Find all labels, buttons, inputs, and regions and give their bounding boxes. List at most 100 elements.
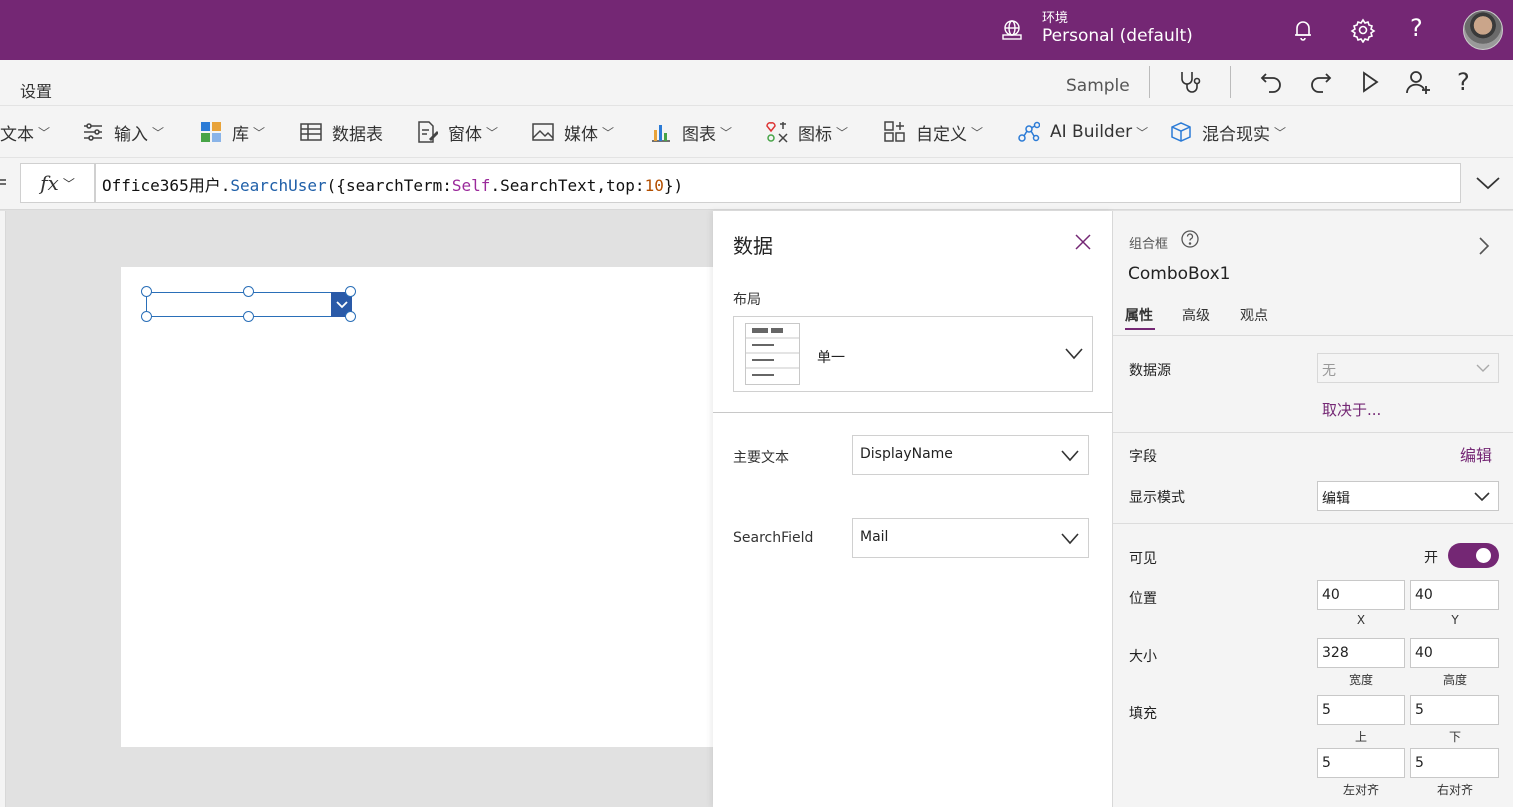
display-mode-label: 显示模式 xyxy=(1129,490,1185,506)
close-icon[interactable] xyxy=(1073,232,1093,252)
chevron-down-icon[interactable] xyxy=(1064,347,1084,361)
visible-state-text: 开 xyxy=(1424,550,1438,566)
property-selector-edge-icon[interactable] xyxy=(0,176,6,188)
environment-globe-icon[interactable] xyxy=(1000,18,1024,42)
ribbon-gallery[interactable]: 库 ﹀ xyxy=(200,118,265,146)
tab-ideas[interactable]: 观点 xyxy=(1240,305,1268,325)
help-circle-icon[interactable] xyxy=(1180,229,1200,249)
primary-text-dropdown[interactable]: DisplayName xyxy=(852,435,1089,475)
help-icon[interactable]: ? xyxy=(1457,68,1470,96)
padding-label: 填充 xyxy=(1129,706,1157,722)
layout-thumbnail-icon xyxy=(745,323,800,385)
ribbon-forms[interactable]: 窗体 ﹀ xyxy=(416,118,498,146)
resize-handle[interactable] xyxy=(345,286,356,297)
ribbon-ai-builder[interactable]: AI Builder ﹀ xyxy=(1018,118,1148,146)
chevron-down-icon: ﹀ xyxy=(602,125,615,140)
ribbon-icons-label: 图标 xyxy=(798,124,832,145)
chevron-down-icon: ﹀ xyxy=(971,125,984,140)
chevron-down-icon xyxy=(1474,492,1490,502)
ribbon-input-label: 输入 xyxy=(114,124,148,145)
control-name[interactable]: ComboBox1 xyxy=(1128,264,1230,284)
search-field-dropdown[interactable]: Mail xyxy=(852,518,1089,558)
data-source-label: 数据源 xyxy=(1129,363,1171,379)
resize-handle[interactable] xyxy=(141,286,152,297)
app-checker-stethoscope-icon[interactable] xyxy=(1176,68,1204,96)
expand-formula-chevron-icon[interactable] xyxy=(1474,172,1502,194)
preview-play-icon[interactable] xyxy=(1356,68,1384,96)
undo-icon[interactable] xyxy=(1258,68,1286,96)
command-bar xyxy=(0,60,1513,106)
redo-icon[interactable] xyxy=(1306,68,1334,96)
active-tab-indicator xyxy=(1125,328,1155,330)
layout-value: 单一 xyxy=(817,350,845,366)
fx-icon: fx xyxy=(40,171,59,195)
chevron-down-icon: ﹀ xyxy=(38,125,51,140)
display-mode-dropdown[interactable]: 编辑 xyxy=(1317,481,1499,511)
chevron-down-icon: ﹀ xyxy=(836,125,849,140)
ribbon-charts-label: 图表 xyxy=(682,124,716,145)
ribbon-gallery-label: 库 xyxy=(232,124,249,145)
resize-handle[interactable] xyxy=(243,286,254,297)
fields-edit-link[interactable]: 编辑 xyxy=(1460,442,1492,466)
data-panel-title: 数据 xyxy=(733,234,773,258)
ribbon-mixed-reality[interactable]: 混合现实 ﹀ xyxy=(1170,118,1286,146)
height-caption: 高度 xyxy=(1442,673,1467,687)
height-input[interactable]: 40 xyxy=(1410,638,1499,668)
position-label: 位置 xyxy=(1129,591,1157,607)
tab-advanced[interactable]: 高级 xyxy=(1182,305,1210,325)
display-mode-value: 编辑 xyxy=(1322,491,1350,507)
resize-handle[interactable] xyxy=(141,311,152,322)
chevron-down-icon xyxy=(1061,450,1079,462)
padding-right-input[interactable]: 5 xyxy=(1410,748,1499,778)
formula-token: 10 xyxy=(644,176,664,195)
chevron-down-icon: ﹀ xyxy=(720,125,733,140)
ribbon-custom-label: 自定义 xyxy=(916,124,967,145)
ribbon-data-table[interactable]: 数据表 xyxy=(300,118,383,146)
ribbon-media-label: 媒体 xyxy=(564,124,598,145)
app-canvas-screen[interactable] xyxy=(121,267,713,747)
notification-bell-icon[interactable] xyxy=(1290,17,1316,43)
padding-bottom-input[interactable]: 5 xyxy=(1410,695,1499,725)
ribbon-charts[interactable]: 图表 ﹀ xyxy=(650,118,732,146)
formula-input[interactable]: Office365用户.SearchUser({searchTerm:Self.… xyxy=(95,163,1461,203)
ribbon-media[interactable]: 媒体 ﹀ xyxy=(532,118,614,146)
share-user-icon[interactable] xyxy=(1404,68,1432,96)
chevron-right-icon[interactable] xyxy=(1476,236,1492,256)
chevron-down-icon: ﹀ xyxy=(486,125,499,140)
chevron-down-icon: ﹀ xyxy=(253,125,266,140)
tree-view-collapsed-strip[interactable] xyxy=(0,211,6,807)
width-input[interactable]: 328 xyxy=(1317,638,1405,668)
formula-token: .SearchText,top: xyxy=(490,176,645,195)
ribbon-icons[interactable]: 图标 ﹀ xyxy=(766,118,848,146)
padding-bottom-caption: 下 xyxy=(1448,730,1461,744)
ribbon-custom[interactable]: 自定义 ﹀ xyxy=(884,118,983,146)
settings-gear-icon[interactable] xyxy=(1350,17,1376,43)
padding-left-input[interactable]: 5 xyxy=(1317,748,1405,778)
padding-top-input[interactable]: 5 xyxy=(1317,695,1405,725)
ribbon-text[interactable]: 文本 ﹀ xyxy=(0,118,50,146)
tab-properties[interactable]: 属性 xyxy=(1125,305,1153,325)
ribbon-input[interactable]: 输入 ﹀ xyxy=(82,118,164,146)
chevron-down-icon xyxy=(1476,364,1490,372)
position-y-input[interactable]: 40 xyxy=(1410,580,1499,610)
position-x-input[interactable]: 40 xyxy=(1317,580,1405,610)
padding-right-caption: 右对齐 xyxy=(1436,783,1473,797)
padding-top-caption: 上 xyxy=(1354,730,1367,744)
help-icon[interactable]: ? xyxy=(1410,14,1423,42)
divider xyxy=(1113,523,1513,524)
resize-handle[interactable] xyxy=(345,311,356,322)
fields-label: 字段 xyxy=(1129,449,1157,465)
environment-picker[interactable]: Personal (default) xyxy=(1042,26,1193,46)
depends-on-link[interactable]: 取决于... xyxy=(1322,399,1381,420)
user-avatar[interactable] xyxy=(1463,10,1503,50)
divider xyxy=(1230,66,1231,98)
visible-toggle[interactable] xyxy=(1448,543,1499,568)
resize-handle[interactable] xyxy=(243,311,254,322)
divider xyxy=(1113,335,1513,336)
settings-menu[interactable]: 设置 xyxy=(20,78,52,102)
divider xyxy=(1149,66,1150,98)
data-source-dropdown[interactable]: 无 xyxy=(1317,353,1499,383)
mixed-reality-cube-icon xyxy=(1171,122,1191,142)
ai-builder-icon xyxy=(1018,121,1040,142)
function-button[interactable]: fx ﹀ xyxy=(20,163,95,203)
